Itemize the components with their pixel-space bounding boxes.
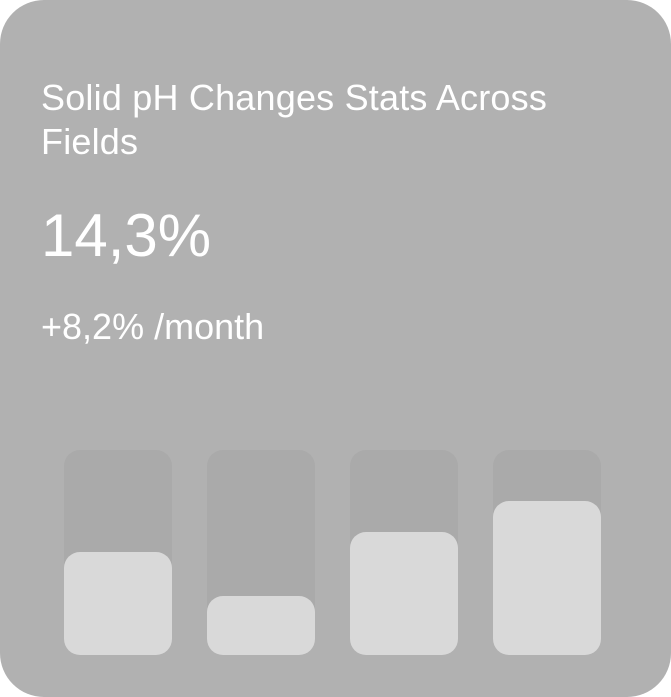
bar [64, 552, 172, 655]
stat-value: 14,3% [41, 202, 212, 269]
monthly-change: +8,2% /month [41, 306, 265, 347]
bar-track [350, 450, 458, 655]
bar-track [64, 450, 172, 655]
bar-track [493, 450, 601, 655]
bar [350, 532, 458, 655]
bar-track [207, 450, 315, 655]
stats-card: Solid pH Changes Stats Across Fields 14,… [0, 0, 671, 697]
bar [207, 596, 315, 655]
bar-chart [64, 450, 601, 655]
bar [493, 501, 601, 655]
card-title: Solid pH Changes Stats Across Fields [41, 77, 548, 162]
